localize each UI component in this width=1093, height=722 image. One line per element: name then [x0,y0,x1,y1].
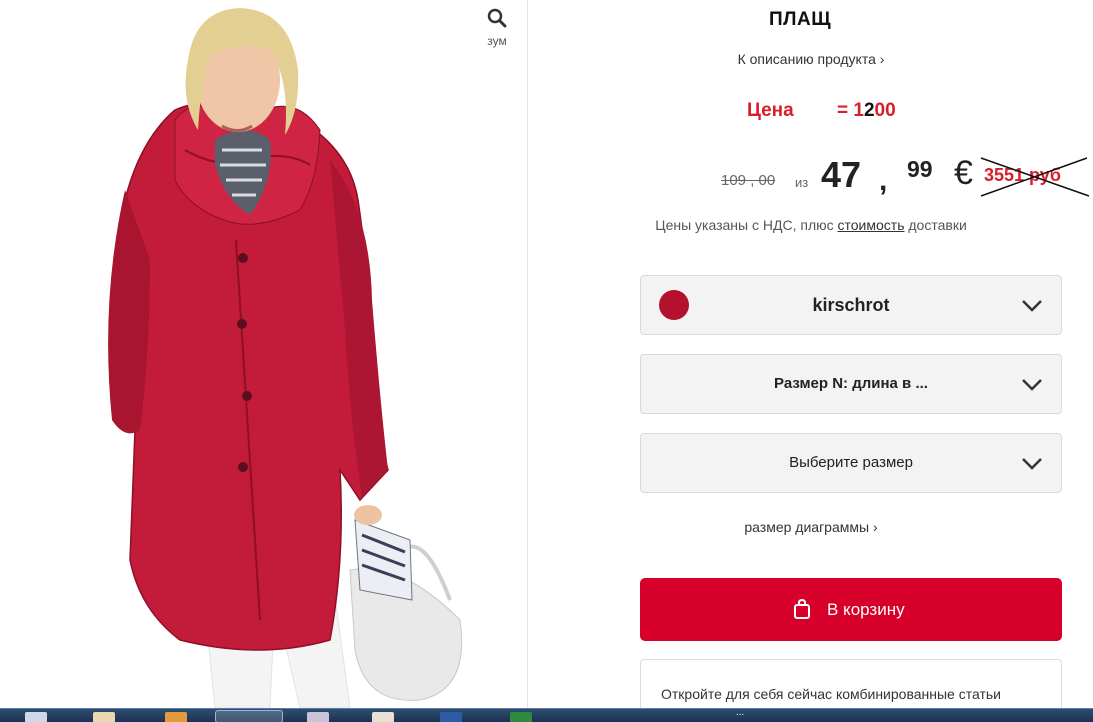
taskbar-app-icon[interactable] [372,712,394,722]
price-cents: 99 [907,156,933,182]
taskbar-app-icon[interactable] [510,712,532,722]
add-to-cart-label: В корзину [827,600,905,619]
shipping-cost-link[interactable]: стоимость [838,217,905,233]
chevron-down-icon [1022,379,1042,391]
vat-suffix: доставки [904,217,967,233]
from-word: из [795,175,809,190]
vat-note: Цены указаны с НДС, плюс стоимость доста… [529,217,1093,233]
size-chart-link[interactable]: размер диаграммы › [529,519,1093,535]
combined-articles-text: Откройте для себя сейчас комбинированные… [661,686,1001,702]
taskbar-app-icon[interactable] [440,712,462,722]
zoom-button[interactable]: зум [477,8,517,48]
product-title: ПЛАЩ [769,9,832,30]
promo-price-value: = 1200 [837,100,896,122]
price-integer: 47 [821,154,862,195]
search-icon [487,8,507,28]
taskbar-overflow[interactable]: ... [736,707,744,718]
price-comma: , [879,164,888,197]
chevron-down-icon [1022,300,1042,312]
shopping-bag-icon [794,598,810,619]
vat-prefix: Цены указаны с НДС, плюс [655,217,838,233]
currency-symbol: € [954,154,973,192]
product-info: ПЛАЩ К описанию продукта › Цена = 1200 1… [529,0,1093,719]
size-select[interactable]: Выберите размер [640,433,1062,493]
add-to-cart-button[interactable]: В корзину [640,578,1062,641]
strike-cross-icon [980,157,1090,197]
promo-price-label: Цена [747,100,794,121]
taskbar-app-icon[interactable] [307,712,329,722]
size-select-value: Выберите размер [789,454,913,471]
price-row: 109 , 00 из 47 , 99 € 3551 руб [529,148,1093,198]
promo-eq: = [837,100,849,121]
product-photo[interactable] [0,0,528,708]
taskbar-app-icon[interactable] [165,712,187,722]
chevron-down-icon [1022,458,1042,470]
description-link[interactable]: К описанию продукта › [529,51,1093,67]
promo-prefix: 1 [853,100,864,121]
product-image-panel: зум [0,0,528,708]
taskbar: ... [0,707,1093,722]
promo-suffix: 00 [874,100,896,121]
color-select-value: kirschrot [812,295,890,315]
taskbar-app-icon[interactable] [93,712,115,722]
zoom-label: зум [487,34,507,48]
taskbar-active-app[interactable] [215,710,283,722]
color-select[interactable]: kirschrot [640,275,1062,335]
old-price: 109 , 00 [721,172,776,189]
length-select[interactable]: Размер N: длина в ... [640,354,1062,414]
promo-mid: 2 [863,100,875,121]
length-select-value: Размер N: длина в ... [774,375,928,392]
taskbar-app-icon[interactable] [25,712,47,722]
